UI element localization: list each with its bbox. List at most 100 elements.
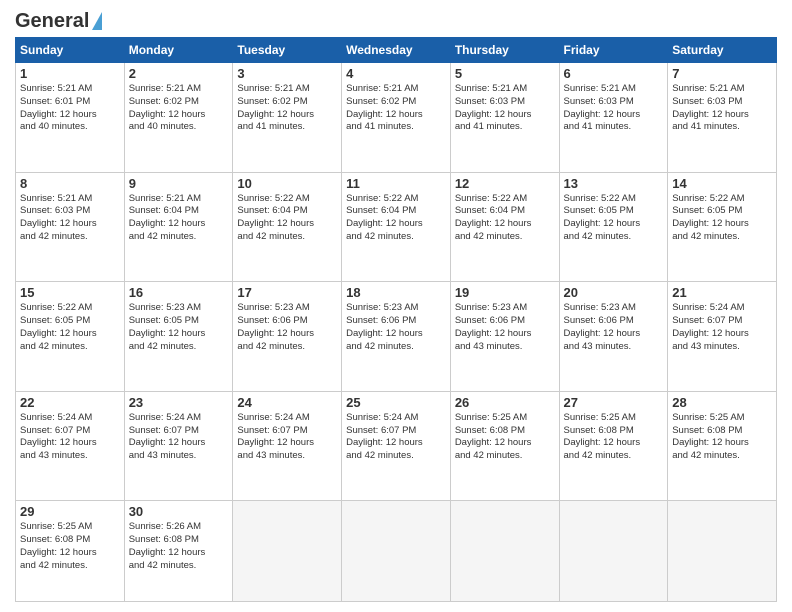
day-number: 19 [455,285,555,300]
sunset-text: Sunset: 6:02 PM [346,96,416,107]
sunrise-text: Sunrise: 5:22 AM [455,193,527,204]
sunrise-text: Sunrise: 5:21 AM [346,83,418,94]
daylight-minutes: and 42 minutes. [20,560,88,571]
sunset-text: Sunset: 6:02 PM [129,96,199,107]
day-cell-23: 23 Sunrise: 5:24 AM Sunset: 6:07 PM Dayl… [124,391,233,501]
daylight-label: Daylight: 12 hours [129,109,206,120]
day-cell-7: 7 Sunrise: 5:21 AM Sunset: 6:03 PM Dayli… [668,63,777,173]
day-number: 7 [672,66,772,81]
day-number: 11 [346,176,446,191]
day-cell-15: 15 Sunrise: 5:22 AM Sunset: 6:05 PM Dayl… [16,282,125,392]
day-number: 28 [672,395,772,410]
week-row-2: 8 Sunrise: 5:21 AM Sunset: 6:03 PM Dayli… [16,172,777,282]
daylight-label: Daylight: 12 hours [672,437,749,448]
daylight-minutes: and 43 minutes. [20,450,88,461]
day-cell-6: 6 Sunrise: 5:21 AM Sunset: 6:03 PM Dayli… [559,63,668,173]
sunrise-text: Sunrise: 5:25 AM [564,412,636,423]
day-number: 4 [346,66,446,81]
day-cell-9: 9 Sunrise: 5:21 AM Sunset: 6:04 PM Dayli… [124,172,233,282]
day-cell-29: 29 Sunrise: 5:25 AM Sunset: 6:08 PM Dayl… [16,501,125,602]
day-cell-28: 28 Sunrise: 5:25 AM Sunset: 6:08 PM Dayl… [668,391,777,501]
logo-triangle-icon [92,12,102,30]
day-number: 24 [237,395,337,410]
sunrise-text: Sunrise: 5:22 AM [237,193,309,204]
daylight-label: Daylight: 12 hours [672,109,749,120]
daylight-label: Daylight: 12 hours [564,109,641,120]
day-number: 15 [20,285,120,300]
daylight-label: Daylight: 12 hours [237,328,314,339]
daylight-label: Daylight: 12 hours [20,547,97,558]
daylight-label: Daylight: 12 hours [237,218,314,229]
daylight-minutes: and 41 minutes. [564,121,632,132]
daylight-minutes: and 42 minutes. [20,341,88,352]
sunset-text: Sunset: 6:08 PM [20,534,90,545]
daylight-minutes: and 40 minutes. [20,121,88,132]
sunrise-text: Sunrise: 5:22 AM [564,193,636,204]
daylight-label: Daylight: 12 hours [672,328,749,339]
week-row-3: 15 Sunrise: 5:22 AM Sunset: 6:05 PM Dayl… [16,282,777,392]
day-number: 12 [455,176,555,191]
sunrise-text: Sunrise: 5:21 AM [672,83,744,94]
col-wednesday: Wednesday [342,38,451,63]
sunset-text: Sunset: 6:05 PM [672,205,742,216]
daylight-minutes: and 40 minutes. [129,121,197,132]
day-cell-1: 1 Sunrise: 5:21 AM Sunset: 6:01 PM Dayli… [16,63,125,173]
sunset-text: Sunset: 6:05 PM [129,315,199,326]
sunset-text: Sunset: 6:06 PM [237,315,307,326]
daylight-label: Daylight: 12 hours [346,218,423,229]
day-number: 30 [129,504,229,519]
calendar-table: Sunday Monday Tuesday Wednesday Thursday… [15,37,777,602]
daylight-minutes: and 42 minutes. [346,231,414,242]
daylight-minutes: and 43 minutes. [237,450,305,461]
daylight-minutes: and 42 minutes. [129,231,197,242]
sunrise-text: Sunrise: 5:21 AM [237,83,309,94]
empty-cell [450,501,559,602]
daylight-label: Daylight: 12 hours [346,328,423,339]
week-row-1: 1 Sunrise: 5:21 AM Sunset: 6:01 PM Dayli… [16,63,777,173]
sunrise-text: Sunrise: 5:22 AM [346,193,418,204]
daylight-minutes: and 42 minutes. [672,450,740,461]
col-friday: Friday [559,38,668,63]
sunrise-text: Sunrise: 5:23 AM [237,302,309,313]
header-row: Sunday Monday Tuesday Wednesday Thursday… [16,38,777,63]
empty-cell [342,501,451,602]
day-cell-14: 14 Sunrise: 5:22 AM Sunset: 6:05 PM Dayl… [668,172,777,282]
col-thursday: Thursday [450,38,559,63]
daylight-minutes: and 42 minutes. [346,341,414,352]
daylight-label: Daylight: 12 hours [455,437,532,448]
logo: General [15,10,102,31]
week-row-4: 22 Sunrise: 5:24 AM Sunset: 6:07 PM Dayl… [16,391,777,501]
sunset-text: Sunset: 6:02 PM [237,96,307,107]
daylight-minutes: and 43 minutes. [129,450,197,461]
sunset-text: Sunset: 6:07 PM [346,425,416,436]
day-number: 26 [455,395,555,410]
day-number: 16 [129,285,229,300]
daylight-label: Daylight: 12 hours [455,109,532,120]
day-cell-17: 17 Sunrise: 5:23 AM Sunset: 6:06 PM Dayl… [233,282,342,392]
col-tuesday: Tuesday [233,38,342,63]
day-number: 25 [346,395,446,410]
day-number: 5 [455,66,555,81]
daylight-label: Daylight: 12 hours [20,437,97,448]
daylight-label: Daylight: 12 hours [129,328,206,339]
empty-cell [559,501,668,602]
sunset-text: Sunset: 6:07 PM [129,425,199,436]
sunrise-text: Sunrise: 5:21 AM [129,193,201,204]
sunset-text: Sunset: 6:08 PM [564,425,634,436]
day-number: 1 [20,66,120,81]
daylight-label: Daylight: 12 hours [129,218,206,229]
daylight-minutes: and 42 minutes. [237,341,305,352]
day-cell-26: 26 Sunrise: 5:25 AM Sunset: 6:08 PM Dayl… [450,391,559,501]
sunset-text: Sunset: 6:06 PM [346,315,416,326]
sunrise-text: Sunrise: 5:24 AM [20,412,92,423]
day-number: 2 [129,66,229,81]
sunset-text: Sunset: 6:04 PM [455,205,525,216]
header: General [15,10,777,31]
sunrise-text: Sunrise: 5:23 AM [129,302,201,313]
day-number: 6 [564,66,664,81]
day-number: 13 [564,176,664,191]
daylight-minutes: and 43 minutes. [455,341,523,352]
day-cell-21: 21 Sunrise: 5:24 AM Sunset: 6:07 PM Dayl… [668,282,777,392]
day-cell-19: 19 Sunrise: 5:23 AM Sunset: 6:06 PM Dayl… [450,282,559,392]
empty-cell [233,501,342,602]
